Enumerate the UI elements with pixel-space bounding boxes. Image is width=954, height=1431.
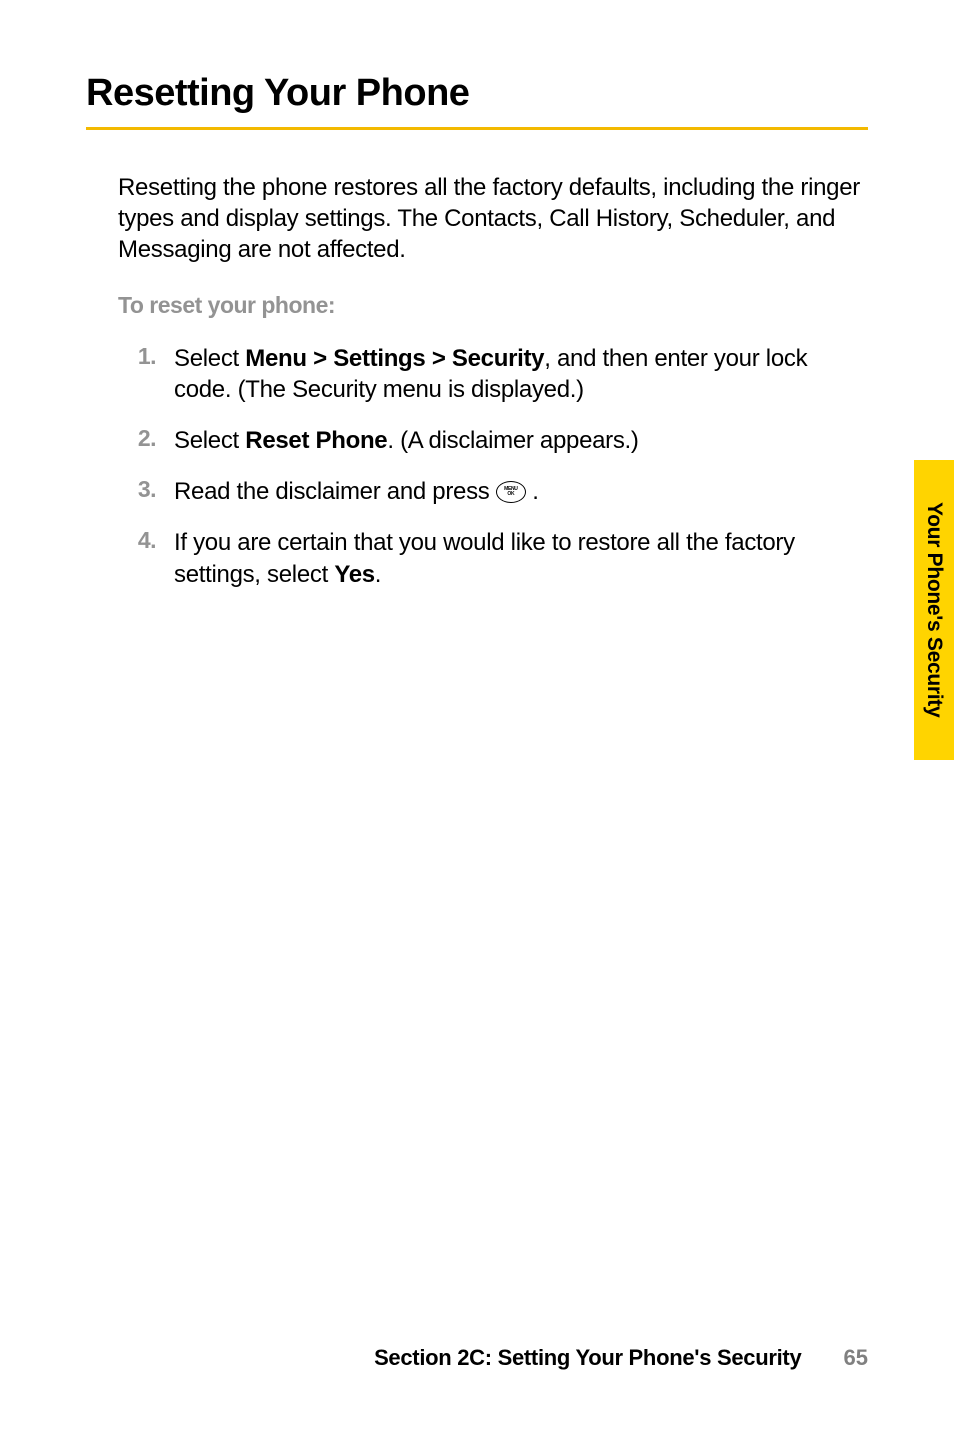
step-text: . (A disclaimer appears.) [387,427,638,454]
step-text: Select [174,427,245,454]
step-bold: Yes [334,561,374,588]
step-item-3: 3. Read the disclaimer and press MENUOK … [124,476,868,507]
step-body: If you are certain that you would like t… [174,527,868,589]
intro-paragraph: Resetting the phone restores all the fac… [118,172,868,266]
step-body: Select Reset Phone. (A disclaimer appear… [174,425,868,456]
page-content: Resetting Your Phone Resetting the phone… [0,0,954,590]
step-number: 4. [124,527,174,554]
step-number: 1. [124,343,174,370]
step-bold: Reset Phone [245,427,387,454]
step-text: . [526,478,539,505]
step-text: Select [174,345,245,372]
page-footer: Section 2C: Setting Your Phone's Securit… [374,1345,868,1371]
step-item-2: 2. Select Reset Phone. (A disclaimer app… [124,425,868,456]
menu-ok-button-icon: MENUOK [496,481,526,503]
section-tab-label: Your Phone's Security [922,502,946,717]
step-item-4: 4. If you are certain that you would lik… [124,527,868,589]
step-text: If you are certain that you would like t… [174,529,795,587]
footer-page-number: 65 [844,1345,868,1370]
footer-section-title: Section 2C: Setting Your Phone's Securit… [374,1345,801,1370]
icon-label-bottom: OK [507,492,514,497]
step-body: Select Menu > Settings > Security, and t… [174,343,868,405]
step-text: . [375,561,381,588]
step-list: 1. Select Menu > Settings > Security, an… [124,343,868,590]
step-number: 2. [124,425,174,452]
step-text: Read the disclaimer and press [174,478,496,505]
section-tab: Your Phone's Security [914,460,954,760]
step-item-1: 1. Select Menu > Settings > Security, an… [124,343,868,405]
step-body: Read the disclaimer and press MENUOK . [174,476,868,507]
page-title: Resetting Your Phone [86,72,868,115]
step-bold: Menu > Settings > Security [245,345,544,372]
steps-heading: To reset your phone: [118,292,868,319]
heading-underline [86,127,868,130]
step-number: 3. [124,476,174,503]
